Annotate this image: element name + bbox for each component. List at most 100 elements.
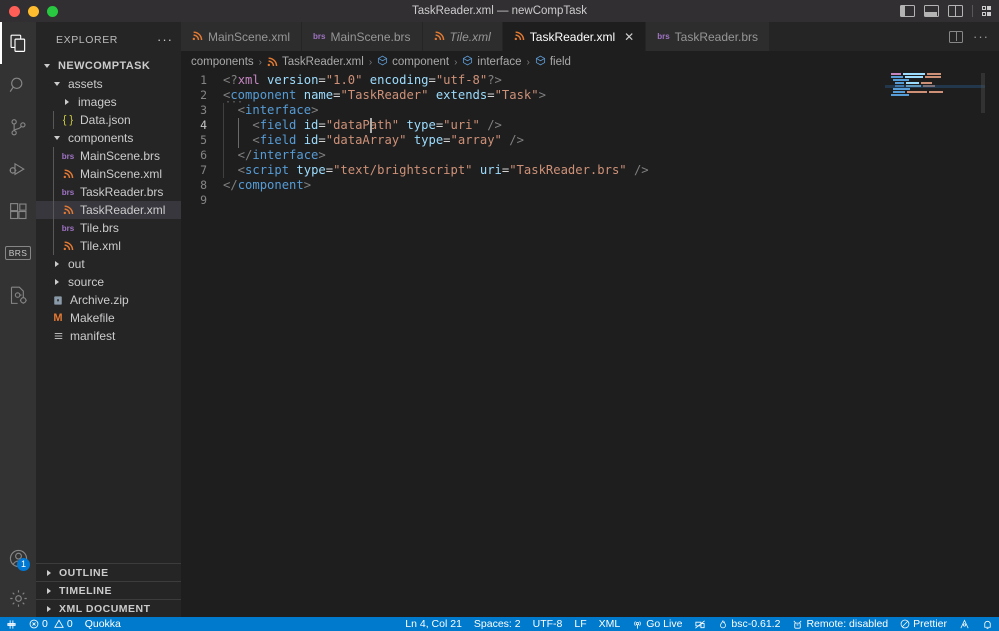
panel-outline[interactable]: OUTLINE bbox=[36, 563, 181, 581]
breadcrumb-item-component[interactable]: component bbox=[377, 55, 449, 69]
code-text: </component> bbox=[223, 178, 312, 192]
breadcrumb[interactable]: components › TaskReader.xml › component › inte… bbox=[181, 51, 999, 73]
xml-file-icon bbox=[192, 31, 203, 42]
panel-xml-document[interactable]: XML DOCUMENT bbox=[36, 599, 181, 617]
status-notifications[interactable] bbox=[976, 617, 999, 631]
layout-controls bbox=[899, 5, 991, 17]
tab-taskreader-brs[interactable]: brs TaskReader.brs bbox=[646, 22, 771, 51]
explorer-item-tile-brs[interactable]: brs Tile.brs bbox=[36, 219, 181, 237]
status-roku-remote[interactable]: Remote: disabled bbox=[786, 617, 894, 631]
activity-brightscript[interactable]: BRS bbox=[0, 232, 36, 274]
maximize-window-button[interactable] bbox=[47, 5, 58, 17]
minimize-window-button[interactable] bbox=[28, 5, 39, 17]
line-number: 8 bbox=[200, 178, 207, 192]
tab-close-icon[interactable]: ✕ bbox=[624, 31, 634, 43]
activity-explorer[interactable] bbox=[0, 22, 36, 64]
explorer-item-components[interactable]: components bbox=[36, 129, 181, 147]
code-editor[interactable]: 1 <?xml version="1.0" encoding="utf-8"?> 2… bbox=[181, 73, 999, 617]
status-prettier[interactable]: Prettier bbox=[894, 617, 953, 631]
tabs-container[interactable]: MainScene.xml brs MainScene.brs Tile.xml Tas… bbox=[181, 22, 771, 51]
toggle-panel-icon[interactable] bbox=[923, 5, 939, 17]
error-icon bbox=[29, 619, 39, 629]
status-problems[interactable]: 0 0 bbox=[23, 617, 79, 631]
explorer-item-archive-zip[interactable]: Archive.zip bbox=[36, 291, 181, 309]
explorer-item-tile-xml[interactable]: Tile.xml bbox=[36, 237, 181, 255]
explorer-item-assets[interactable]: assets bbox=[36, 75, 181, 93]
editor-vertical-scrollbar[interactable] bbox=[985, 73, 999, 617]
code-line[interactable]: 9 bbox=[181, 193, 999, 208]
code-line[interactable]: 7 <script type="text/brightscript" uri="… bbox=[181, 163, 999, 178]
panel-outline-label: OUTLINE bbox=[59, 566, 109, 579]
minimap-line bbox=[891, 76, 985, 78]
explorer-item-data-json[interactable]: { } Data.json bbox=[36, 111, 181, 129]
explorer-tree[interactable]: NEWCOMPTASK assets images { } Data.json comp… bbox=[36, 57, 181, 563]
status-editor-eol[interactable]: LF bbox=[568, 617, 592, 631]
explorer-item-makefile[interactable]: M Makefile bbox=[36, 309, 181, 327]
activity-search[interactable] bbox=[0, 64, 36, 106]
explorer-item-images[interactable]: images bbox=[36, 93, 181, 111]
status-brighterscript-version[interactable]: bsc-0.61.2 bbox=[712, 617, 786, 631]
panel-timeline[interactable]: TIMELINE bbox=[36, 581, 181, 599]
status-bar: 0 0 Quokka Ln 4, Col 21 Spaces: 2 UTF-8 … bbox=[0, 617, 999, 631]
explorer-item-taskreader-xml[interactable]: TaskReader.xml bbox=[36, 201, 181, 219]
status-feedback[interactable] bbox=[953, 617, 976, 631]
fold-marker[interactable]: ··· bbox=[225, 95, 243, 110]
code-line[interactable]: 3 <interface> bbox=[181, 103, 999, 118]
toggle-primary-sidebar-icon[interactable] bbox=[899, 5, 915, 17]
status-editor-position-label: Ln 4, Col 21 bbox=[405, 618, 462, 630]
tab-mainscene-xml[interactable]: MainScene.xml bbox=[181, 22, 303, 51]
activity-manage-settings[interactable] bbox=[0, 579, 36, 617]
activity-run-and-debug[interactable] bbox=[0, 148, 36, 190]
activity-accounts[interactable]: 1 bbox=[0, 537, 36, 579]
split-editor-icon[interactable] bbox=[949, 30, 963, 43]
status-brighterscript-label: bsc-0.61.2 bbox=[731, 618, 781, 630]
explorer-root-folder[interactable]: NEWCOMPTASK bbox=[36, 57, 181, 75]
code-line[interactable]: 1 <?xml version="1.0" encoding="utf-8"?> bbox=[181, 73, 999, 88]
ellipsis-icon[interactable]: ··· bbox=[973, 30, 989, 43]
activity-remote-explorer[interactable] bbox=[0, 274, 36, 316]
close-window-button[interactable] bbox=[9, 5, 20, 17]
xml-file-icon bbox=[267, 56, 278, 68]
smiley-icon bbox=[959, 619, 970, 630]
explorer-item-manifest[interactable]: manifest bbox=[36, 327, 181, 345]
explorer-item-mainscene-brs[interactable]: brs MainScene.brs bbox=[36, 147, 181, 165]
status-editor-position[interactable]: Ln 4, Col 21 bbox=[399, 617, 468, 631]
status-remote-indicator[interactable] bbox=[0, 617, 23, 631]
code-line[interactable]: 6 </interface> bbox=[181, 148, 999, 163]
breadcrumb-item-field[interactable]: field bbox=[535, 55, 571, 69]
activity-extensions[interactable] bbox=[0, 190, 36, 232]
xml-file-icon bbox=[514, 31, 525, 42]
activity-source-control[interactable] bbox=[0, 106, 36, 148]
status-quokka[interactable]: Quokka bbox=[79, 617, 127, 631]
breadcrumb-item-interface[interactable]: interface bbox=[462, 55, 522, 69]
status-editor-language[interactable]: XML bbox=[593, 617, 627, 631]
explorer-item-source[interactable]: source bbox=[36, 273, 181, 291]
status-go-live[interactable]: Go Live bbox=[626, 617, 688, 631]
explorer-item-mainscene-xml[interactable]: MainScene.xml bbox=[36, 165, 181, 183]
breadcrumb-item-taskreader-xml[interactable]: TaskReader.xml bbox=[267, 56, 364, 68]
sidebar-more-actions-button[interactable]: ··· bbox=[157, 33, 173, 46]
code-line[interactable]: 8 </component> bbox=[181, 178, 999, 193]
warning-icon bbox=[53, 619, 64, 629]
customize-layout-icon[interactable] bbox=[981, 6, 991, 16]
bell-icon bbox=[982, 619, 993, 630]
tab-tile-xml[interactable]: Tile.xml bbox=[422, 22, 503, 51]
code-line[interactable]: 5 <field id="dataArray" type="array" /> bbox=[181, 133, 999, 148]
tab-mainscene-brs[interactable]: brs MainScene.brs bbox=[302, 22, 423, 51]
code-line[interactable]: 4 <field id="dataPath" type="uri" /> bbox=[181, 118, 999, 133]
breadcrumb-item-components[interactable]: components bbox=[191, 56, 254, 68]
breadcrumb-label: interface bbox=[477, 56, 522, 68]
tab-taskreader-xml[interactable]: TaskReader.xml ✕ bbox=[502, 22, 647, 51]
status-editor-indentation[interactable]: Spaces: 2 bbox=[468, 617, 527, 631]
status-quokka-label: Quokka bbox=[84, 618, 121, 630]
symbol-field-icon bbox=[462, 55, 473, 69]
explorer-item-out[interactable]: out bbox=[36, 255, 181, 273]
status-live-share[interactable] bbox=[688, 617, 712, 631]
toggle-secondary-sidebar-icon[interactable] bbox=[947, 5, 963, 17]
explorer-file-list[interactable]: assets images { } Data.json components brs Mai… bbox=[36, 75, 181, 345]
minimap[interactable] bbox=[885, 73, 985, 173]
status-editor-encoding[interactable]: UTF-8 bbox=[527, 617, 569, 631]
code-line[interactable]: 2 <component name="TaskReader" extends="T… bbox=[181, 88, 999, 103]
window-controls[interactable] bbox=[0, 5, 58, 17]
explorer-item-taskreader-brs[interactable]: brs TaskReader.brs bbox=[36, 183, 181, 201]
